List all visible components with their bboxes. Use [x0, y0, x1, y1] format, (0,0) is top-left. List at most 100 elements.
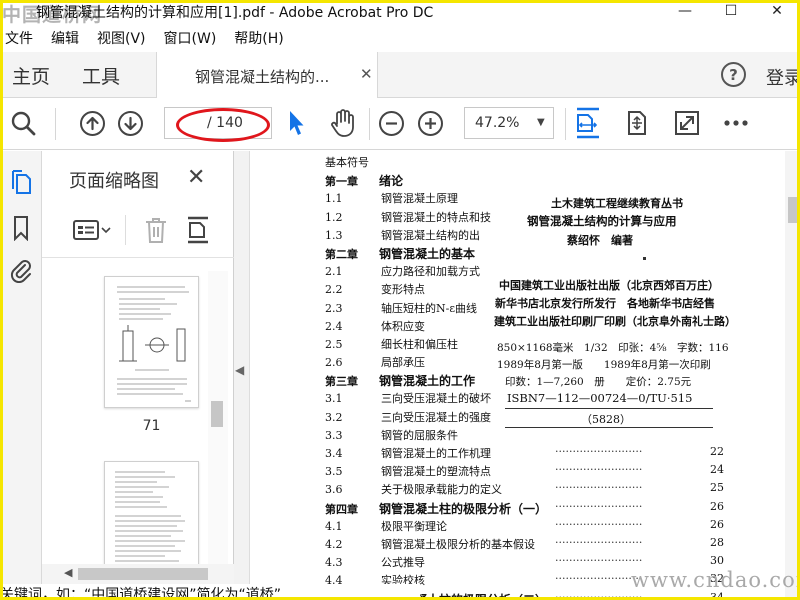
dot-mark — [643, 257, 646, 260]
toc-page-number: 28 — [710, 535, 724, 549]
full-screen-icon[interactable] — [673, 109, 701, 137]
page-thumbnail-72[interactable] — [104, 461, 199, 571]
help-icon[interactable]: ? — [721, 62, 746, 87]
menu-help[interactable]: 帮助(H) — [229, 28, 287, 50]
signin-link[interactable]: 登录 — [766, 64, 800, 90]
bookmarks-icon[interactable] — [8, 215, 34, 241]
toc-number: 4.2 — [325, 537, 343, 551]
toolbar-divider — [565, 108, 566, 140]
select-cursor-icon[interactable] — [282, 109, 310, 137]
tab-home[interactable]: 主页 — [12, 62, 50, 89]
menu-edit[interactable]: 编辑 — [46, 28, 83, 50]
toc-number: 第二章 — [325, 247, 358, 261]
toc-chapter[interactable]: 第四章 钢管混凝土柱的极限分析（一） ·······················… — [325, 500, 724, 518]
close-panel-icon[interactable]: ✕ — [187, 165, 205, 190]
toc-entry[interactable]: 4.1 极限平衡理论 ························· 26 — [325, 518, 724, 536]
toc-number: 2.2 — [325, 283, 343, 297]
horizontal-scrollbar[interactable]: ◀ — [42, 564, 234, 584]
fit-width-icon[interactable] — [574, 107, 602, 139]
toc-number: 1.1 — [325, 192, 343, 206]
toc-title: 体积应变 — [381, 319, 425, 333]
menu-window[interactable]: 窗口(W) — [159, 28, 221, 50]
panel-collapse-handle[interactable]: ◀ — [234, 151, 250, 600]
menu-view[interactable]: 视图(V) — [92, 28, 150, 50]
toc-number: 第三章 — [325, 375, 358, 389]
window-titlebar: 中国道桥网 钢管混凝土结构的计算和应用[1].pdf - Adobe Acrob… — [0, 0, 800, 26]
delete-page-icon[interactable] — [142, 215, 170, 245]
toc-entry[interactable]: 4.3 公式推导 ························· 30 — [325, 554, 724, 572]
toc-entry[interactable]: 3.6 关于极限承载能力的定义 ························· 2… — [325, 481, 724, 499]
minimize-button[interactable]: — — [662, 0, 708, 22]
toc-leader-dots: ························· — [555, 499, 643, 513]
site-watermark: www.cndao.com — [631, 568, 800, 592]
toc-number: 2.3 — [325, 301, 343, 315]
toc-title: 钢管混凝土结构的出 — [381, 228, 480, 242]
document-scroll-thumb[interactable] — [788, 197, 797, 223]
toc-entry[interactable]: 4.2 钢管混凝土极限分析的基本假设 ·······················… — [325, 536, 724, 554]
search-icon[interactable] — [9, 109, 37, 137]
zoom-in-icon[interactable] — [416, 109, 444, 137]
toc-leader-dots: ························· — [555, 517, 643, 531]
horizontal-scroll-thumb[interactable] — [78, 568, 208, 580]
toc-entry[interactable]: 3.4 钢管混凝土的工作机理 ························· 22 — [325, 445, 724, 463]
toc-leader-dots: ························· — [555, 535, 643, 549]
toc-title: 细长柱和偏压柱 — [381, 337, 458, 351]
toc-page-number: 26 — [710, 499, 724, 513]
more-options-icon[interactable] — [722, 109, 750, 137]
document-vertical-scrollbar[interactable] — [785, 151, 800, 600]
document-tab-label: 钢管混凝土结构的... — [195, 68, 330, 86]
background-caption-text: 关键词，如：“中国道桥建设网”简化为“道桥” — [0, 584, 420, 600]
toc-title: 公式推导 — [381, 556, 425, 570]
hand-tool-icon[interactable] — [329, 109, 357, 137]
thumbnail-page-label: 71 — [142, 418, 161, 434]
red-annotation-ellipse — [176, 108, 270, 142]
toc-number: 1.3 — [325, 228, 343, 242]
toc-number: 3.6 — [325, 483, 343, 497]
toc-leader-dots: ························· — [555, 572, 643, 586]
tab-document[interactable]: 钢管混凝土结构的... ✕ — [156, 52, 378, 99]
close-tab-icon[interactable]: ✕ — [360, 65, 373, 83]
isbn-line: ISBN7—112—00724—0/TU·515 — [507, 391, 693, 405]
maximize-button[interactable]: ☐ — [708, 0, 754, 22]
book-code: （5828） — [581, 413, 631, 426]
toc-title: 钢管混凝土原理 — [381, 192, 458, 206]
toc-title: 钢管混凝土的特点和技 — [381, 210, 491, 224]
zoom-select[interactable]: 47.2% ▼ — [464, 107, 554, 139]
next-page-icon[interactable] — [116, 109, 144, 137]
series-name: 土木建筑工程继续教育丛书 — [551, 197, 683, 210]
toc-title: 钢管混凝土的工作机理 — [381, 447, 491, 460]
printer-line: 建筑工业出版社印刷厂印刷（北京阜外南礼士路） — [494, 315, 736, 328]
toc-title: 钢管混凝土柱的极限分析（一） — [379, 501, 548, 516]
attachments-icon[interactable] — [8, 257, 34, 283]
close-window-button[interactable]: ✕ — [754, 0, 800, 22]
zoom-out-icon[interactable] — [377, 109, 405, 137]
rotate-page-icon[interactable] — [623, 109, 651, 137]
thumbnail-scroll-thumb[interactable] — [211, 401, 223, 427]
toc-number: 3.4 — [325, 447, 343, 460]
toc-title: 变形特点 — [381, 283, 425, 297]
previous-page-icon[interactable] — [78, 109, 106, 137]
tab-bar: 主页 工具 钢管混凝土结构的... ✕ ? 登录 — [0, 52, 800, 99]
insert-page-icon[interactable] — [184, 215, 212, 245]
document-view[interactable]: 基本符号 第一章 绪论 1.1 钢管混凝土原理 1.2 钢管混凝土的特点和技 1.3 钢管混凝土… — [250, 151, 800, 600]
toc-number: 3.2 — [325, 410, 343, 424]
page-thumbnails-icon[interactable] — [8, 169, 34, 195]
toc-page-number: 25 — [710, 481, 724, 495]
toc-entry[interactable]: 3.5 钢管混凝土的塑流特点 ························· 24 — [325, 463, 724, 481]
edition-dates: 1989年8月第一版 1989年8月第一次印刷 — [497, 359, 711, 371]
toc-title: 轴压短柱的N-ε曲线 — [381, 301, 478, 315]
toc-page-number: 22 — [710, 445, 724, 458]
scroll-left-icon[interactable]: ◀ — [64, 566, 72, 579]
book-title: 钢管混凝土结构的计算与应用 — [527, 214, 677, 228]
toc-number: 2.5 — [325, 337, 343, 351]
toc-title: 三向受压混凝土的强度 — [381, 410, 491, 424]
page-thumbnail-71[interactable] — [104, 276, 199, 408]
window-title: 钢管混凝土结构的计算和应用[1].pdf - Adobe Acrobat Pro… — [36, 5, 434, 21]
isbn-rule — [505, 408, 713, 409]
tab-tools[interactable]: 工具 — [82, 62, 120, 89]
toc-title: 应力路径和加载方式 — [381, 265, 480, 279]
toc-leader-dots: ························· — [555, 463, 643, 477]
thumbnail-options-icon[interactable] — [72, 215, 112, 245]
publication-info-block: 土木建筑工程继续教育丛书 钢管混凝土结构的计算与应用 蔡绍怀 编著 中国建筑工业… — [491, 165, 800, 438]
menu-file[interactable]: 文件 — [0, 28, 37, 50]
